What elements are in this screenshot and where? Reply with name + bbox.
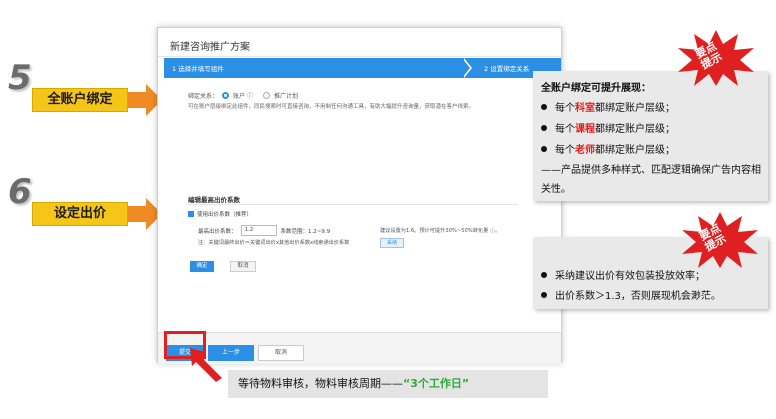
step-6-number: 6 xyxy=(8,172,32,212)
item-text: 都绑定账户层级； xyxy=(595,145,675,156)
bullet-icon xyxy=(541,124,547,131)
tips-panel-account-binding: 全账户绑定可提升展现： 每个科室都绑定账户层级； 每个课程都绑定账户层级； 每个… xyxy=(533,71,768,201)
divider xyxy=(188,204,518,205)
account-radio-label: 账户 ⓘ xyxy=(233,93,253,100)
campaign-radio-label: 推广计划 xyxy=(273,93,298,100)
section-title: 编辑最高出价系数 xyxy=(188,196,240,204)
use-coefficient-row: 使用出价系数（推荐） xyxy=(188,210,252,218)
bullet-icon xyxy=(541,291,547,298)
item-text: 每个 xyxy=(555,103,575,114)
review-period-note: 等待物料审核，物料审核周期——“3个工作日” xyxy=(228,370,548,398)
account-radio[interactable] xyxy=(222,92,230,99)
bullet-icon xyxy=(541,103,547,110)
note-highlight: “3个工作日” xyxy=(403,377,470,390)
item-highlight: 课程 xyxy=(575,124,595,135)
list-item: 出价系数＞1.3，否则展现机会渺茫。 xyxy=(541,287,721,302)
new-consult-promotion-dialog: 新建咨询推广方案 1 选择并填写组件 2 设置绑定关系 绑定关系： 账户 ⓘ 推… xyxy=(157,27,562,364)
divider xyxy=(158,56,561,57)
note-text: 等待物料审核，物料审核周期—— xyxy=(238,377,403,390)
list-item: 每个老师都绑定账户层级； xyxy=(541,141,675,156)
panel-note: ——产品提供多种样式、匹配逻辑确保广告内容相关性。 xyxy=(541,165,761,195)
dialog-title: 新建咨询推广方案 xyxy=(170,42,250,53)
coefficient-note: 注：关键词最终出价＝关键词出价x其他出价系数x线索通出价系数 xyxy=(198,240,350,246)
confirm-button[interactable]: 确定 xyxy=(190,261,214,272)
bind-label: 绑定关系： xyxy=(188,93,219,100)
step-2-label[interactable]: 2 设置绑定关系 xyxy=(484,63,529,73)
suggestion-text: 建议设置为1.6。预计可提升30%~50%转化量 ⓘ。 xyxy=(380,228,501,234)
coefficient-range: 系数范围：1.2~9.9 xyxy=(280,228,331,235)
coefficient-label: 最高出价系数： xyxy=(198,228,237,235)
campaign-radio[interactable] xyxy=(262,92,270,99)
item-highlight: 科室 xyxy=(575,103,595,114)
item-text: 出价系数＞1.3，否则展现机会渺茫。 xyxy=(555,291,721,302)
item-text: 每个 xyxy=(555,124,575,135)
item-text: 每个 xyxy=(555,145,575,156)
coefficient-input[interactable]: 1.2 xyxy=(240,225,277,236)
adopt-button[interactable]: 采纳 xyxy=(380,238,404,248)
step-1-label[interactable]: 1 选择并填写组件 xyxy=(172,63,224,73)
red-arrow-icon xyxy=(190,348,222,382)
bind-relation-row: 绑定关系： 账户 ⓘ 推广计划 xyxy=(188,91,298,100)
coefficient-row: 最高出价系数： 1.2 系数范围：1.2~9.9 xyxy=(198,225,330,236)
item-text: 都绑定账户层级； xyxy=(595,103,675,114)
item-highlight: 老师 xyxy=(575,145,595,156)
cancel-button[interactable]: 取消 xyxy=(258,345,304,361)
step-6-label: 设定出价 xyxy=(32,202,128,226)
panel-heading: 全账户绑定可提升展现： xyxy=(541,83,651,94)
bullet-icon xyxy=(541,271,547,278)
item-text: 都绑定账户层级； xyxy=(595,124,675,135)
bind-note: 可在账户层级绑定此组件，同民搜索时可直接咨询，不用制任何沟通工具，有助大幅提升咨… xyxy=(188,104,475,110)
cancel-small-button[interactable]: 取消 xyxy=(230,261,256,272)
use-coefficient-label: 使用出价系数（推荐） xyxy=(197,212,253,218)
step-5-number: 5 xyxy=(8,58,32,98)
step-chevron-icon xyxy=(462,58,470,78)
step-bar: 1 选择并填写组件 2 设置绑定关系 xyxy=(164,58,561,78)
step-5-label: 全账户绑定 xyxy=(32,88,128,112)
use-coefficient-checkbox[interactable] xyxy=(188,211,194,217)
bullet-icon xyxy=(541,145,547,152)
list-item: 每个科室都绑定账户层级； xyxy=(541,99,675,114)
list-item: 每个课程都绑定账户层级； xyxy=(541,120,675,135)
